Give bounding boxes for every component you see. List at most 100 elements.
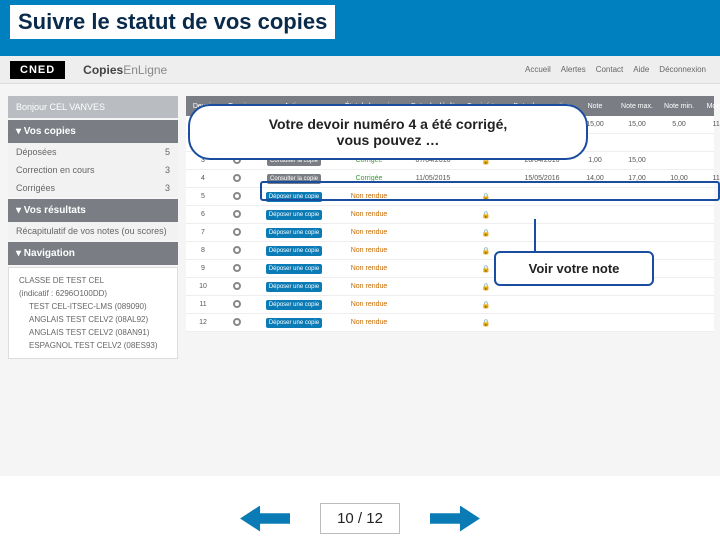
topnav-link[interactable]: Accueil xyxy=(521,63,555,76)
cell-note-min xyxy=(658,321,700,325)
cell-date-correction xyxy=(510,231,574,235)
sidebar-row-label: Corrigées xyxy=(16,183,55,193)
cell-note-min: 5,00 xyxy=(658,119,700,130)
cell-envoi xyxy=(220,172,254,186)
cell-corrige-type xyxy=(462,177,510,181)
cell-action: Déposer une copie xyxy=(254,280,334,294)
action-button[interactable]: Consulter la copie xyxy=(267,174,321,184)
nav-tree: CLASSE DE TEST CEL(indicatif : 6296O100D… xyxy=(8,267,178,359)
cell-depot: 11/05/2015 xyxy=(404,173,462,184)
sidebar-row[interactable]: Corrigées 3 xyxy=(8,179,178,197)
callout-corrected-line1: Votre devoir numéro 4 a été corrigé, xyxy=(204,116,572,132)
cell-moyenne xyxy=(700,321,720,325)
cell-depot xyxy=(404,321,462,325)
page-counter: 10 / 12 xyxy=(320,503,400,534)
cell-corrige-type: 🔒 xyxy=(462,317,510,329)
cell-date-correction xyxy=(510,195,574,199)
cell-moyenne xyxy=(700,213,720,217)
cell-envoi xyxy=(220,280,254,294)
cell-devoir: 10 xyxy=(186,281,220,292)
tree-node[interactable]: TEST CEL-ITSEC-LMS (089090) xyxy=(15,300,171,313)
cell-note-min xyxy=(658,141,700,145)
cell-corrige-type: 🔒 xyxy=(462,227,510,239)
cell-date-correction: 15/05/2016 xyxy=(510,173,574,184)
sidebar-section-results[interactable]: ▾ Vos résultats xyxy=(8,199,178,222)
cell-corrige-type: 🔒 xyxy=(462,191,510,203)
tree-node[interactable]: ESPAGNOL TEST CELV2 (08ES93) xyxy=(15,339,171,352)
sidebar-row-label: Déposées xyxy=(16,147,57,157)
action-button[interactable]: Déposer une copie xyxy=(266,228,322,238)
cell-note-min xyxy=(658,213,700,217)
envoi-icon xyxy=(233,174,241,182)
action-button[interactable]: Déposer une copie xyxy=(266,210,322,220)
cell-note-min xyxy=(658,303,700,307)
sidebar: Bonjour CEL VANVES ▾ Vos copies Déposées… xyxy=(8,96,178,359)
cell-note xyxy=(574,195,616,199)
table-row: 4Consulter la copieCorrigée11/05/201515/… xyxy=(186,170,714,188)
next-arrow-icon[interactable] xyxy=(430,506,480,532)
cell-note-max: 17,00 xyxy=(616,173,658,184)
tree-node[interactable]: (indicatif : 6296O100DD) xyxy=(15,287,171,300)
cell-etat: Non rendue xyxy=(334,263,404,274)
callout-see-note-text: Voir votre note xyxy=(529,261,620,276)
cell-note: 14,00 xyxy=(574,173,616,184)
action-button[interactable]: Déposer une copie xyxy=(266,300,322,310)
envoi-icon xyxy=(233,210,241,218)
cell-depot xyxy=(404,195,462,199)
prev-arrow-icon[interactable] xyxy=(240,506,290,532)
sidebar-row[interactable]: Déposées5 xyxy=(8,143,178,161)
cell-action: Déposer une copie xyxy=(254,208,334,222)
action-button[interactable]: Déposer une copie xyxy=(266,318,322,328)
logo-copies-a: Copies xyxy=(83,63,123,77)
cell-etat: Non rendue xyxy=(334,317,404,328)
cell-devoir: 9 xyxy=(186,263,220,274)
cell-action: Déposer une copie xyxy=(254,244,334,258)
cell-depot xyxy=(404,249,462,253)
cell-note-max xyxy=(616,231,658,235)
tree-node[interactable]: ANGLAIS TEST CELV2 (08AL92) xyxy=(15,313,171,326)
action-button[interactable]: Déposer une copie xyxy=(266,192,322,202)
slide-title-bar: Suivre le statut de vos copies xyxy=(0,0,720,56)
topnav-link[interactable]: Déconnexion xyxy=(655,63,710,76)
cell-devoir: 11 xyxy=(186,299,220,310)
column-header: Note max. xyxy=(616,101,658,112)
cell-note-max xyxy=(616,303,658,307)
cell-depot xyxy=(404,303,462,307)
sidebar-recap-label: Récapitulatif de vos notes (ou scores) xyxy=(16,226,167,236)
logo-cned: CNED xyxy=(10,61,65,79)
cell-envoi xyxy=(220,298,254,312)
topnav-link[interactable]: Aide xyxy=(629,63,653,76)
cell-envoi xyxy=(220,208,254,222)
action-button[interactable]: Déposer une copie xyxy=(266,282,322,292)
cell-etat: Non rendue xyxy=(334,245,404,256)
cell-moyenne: 11,00 xyxy=(700,173,720,184)
cell-envoi xyxy=(220,262,254,276)
sidebar-row[interactable]: Correction en cours3 xyxy=(8,161,178,179)
cell-corrige-type: 🔒 xyxy=(462,299,510,311)
topnav-link[interactable]: Contact xyxy=(592,63,628,76)
sidebar-section-copies[interactable]: ▾ Vos copies xyxy=(8,120,178,143)
topnav-link[interactable]: Alertes xyxy=(557,63,590,76)
sidebar-row-count: 3 xyxy=(165,183,170,193)
tree-node[interactable]: CLASSE DE TEST CEL xyxy=(15,274,171,287)
cell-depot xyxy=(404,213,462,217)
callout-corrected: Votre devoir numéro 4 a été corrigé, vou… xyxy=(188,104,588,160)
action-button[interactable]: Déposer une copie xyxy=(266,246,322,256)
cell-note-min xyxy=(658,285,700,289)
sidebar-row-count: 3 xyxy=(165,165,170,175)
sidebar-recap[interactable]: Récapitulatif de vos notes (ou scores) xyxy=(8,222,178,240)
envoi-icon xyxy=(233,246,241,254)
sidebar-section-nav[interactable]: ▾ Navigation xyxy=(8,242,178,265)
cell-etat: Non rendue xyxy=(334,299,404,310)
cell-note-min xyxy=(658,159,700,163)
logo-copies-b: EnLigne xyxy=(123,63,167,77)
cell-moyenne xyxy=(700,285,720,289)
envoi-icon xyxy=(233,318,241,326)
cell-note-min xyxy=(658,195,700,199)
tree-node[interactable]: ANGLAIS TEST CELV2 (08AN91) xyxy=(15,326,171,339)
cell-depot xyxy=(404,231,462,235)
cell-etat: Non rendue xyxy=(334,281,404,292)
cell-envoi xyxy=(220,226,254,240)
table-row: 11 Déposer une copie Non rendue 🔒 xyxy=(186,296,714,314)
action-button[interactable]: Déposer une copie xyxy=(266,264,322,274)
